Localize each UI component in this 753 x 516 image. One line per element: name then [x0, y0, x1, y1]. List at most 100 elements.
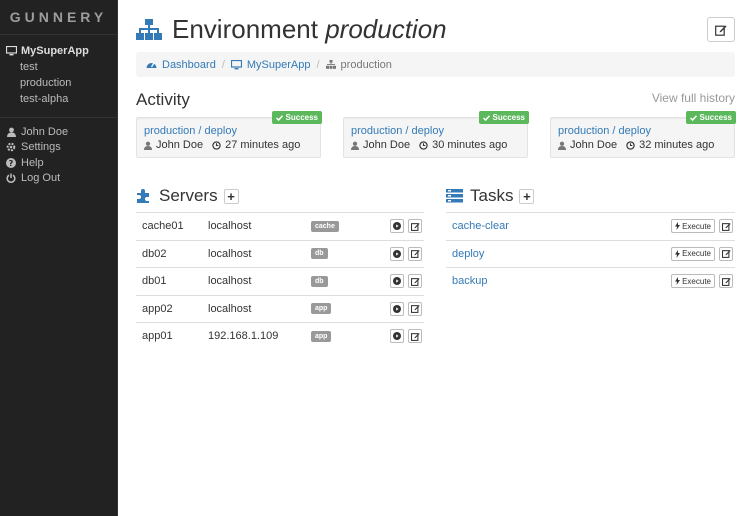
row-actions [386, 329, 422, 344]
table-row: db01 localhost db [136, 267, 424, 295]
server-edit-button[interactable] [408, 246, 422, 261]
add-server-button[interactable]: + [223, 188, 239, 204]
sidebar-app-link[interactable]: MySuperApp [0, 43, 117, 59]
breadcrumb-dashboard[interactable]: Dashboard [146, 59, 216, 71]
edit-icon [721, 222, 731, 231]
brand-logo[interactable]: GUNNERY [0, 0, 117, 35]
activity-heading: Activity [136, 90, 190, 109]
sidebar-item-logout[interactable]: Log Out [0, 171, 117, 187]
activity-link[interactable]: production / deploy [558, 125, 651, 137]
server-terminal-button[interactable] [390, 274, 404, 289]
breadcrumb-app-label: MySuperApp [246, 58, 311, 71]
task-edit-button[interactable] [719, 246, 733, 261]
breadcrumb-current-label: production [340, 58, 392, 71]
edit-icon [410, 222, 420, 231]
sidebar-env-test[interactable]: test [0, 59, 117, 75]
activity-link[interactable]: production / deploy [351, 125, 444, 137]
play-circle-icon [393, 249, 401, 258]
edit-icon [410, 332, 420, 341]
server-terminal-button[interactable] [390, 329, 404, 344]
sidebar-app-label: MySuperApp [21, 45, 89, 57]
breadcrumb-dashboard-label: Dashboard [162, 58, 216, 71]
activity-meta: John Doe 30 minutes ago [351, 139, 507, 151]
user-icon [351, 141, 359, 150]
sidebar-item-settings[interactable]: Settings [0, 140, 117, 156]
check-icon [689, 114, 697, 121]
task-edit-button[interactable] [719, 274, 733, 289]
servers-heading: Servers + [136, 186, 239, 206]
clock-icon [419, 140, 428, 150]
breadcrumb-app[interactable]: MySuperApp [230, 58, 311, 71]
main-content: Environment production Dashboard / MySup… [118, 0, 753, 516]
server-edit-button[interactable] [408, 274, 422, 289]
edit-icon [410, 277, 420, 286]
tasks-heading: Tasks + [446, 186, 535, 206]
bolt-icon [675, 222, 681, 231]
activity-meta: John Doe 32 minutes ago [558, 139, 714, 151]
server-edit-button[interactable] [408, 219, 422, 234]
server-terminal-button[interactable] [390, 219, 404, 234]
user-icon [558, 141, 566, 150]
row-actions: Execute [671, 219, 733, 234]
server-terminal-button[interactable] [390, 246, 404, 261]
sidebar-item-user[interactable]: John Doe [0, 124, 117, 140]
server-edit-button[interactable] [408, 329, 422, 344]
user-icon [144, 141, 152, 150]
execute-label: Execute [682, 221, 711, 231]
status-badge: Success [271, 111, 322, 124]
sidebar-item-help[interactable]: ? Help [0, 155, 117, 171]
server-role-badge: cache [311, 220, 339, 232]
play-circle-icon [393, 277, 401, 286]
sidebar-env-production[interactable]: production [0, 75, 117, 91]
server-edit-button[interactable] [408, 301, 422, 316]
server-terminal-button[interactable] [390, 301, 404, 316]
monitor-icon [6, 46, 17, 56]
execute-task-button[interactable]: Execute [671, 219, 715, 234]
execute-task-button[interactable]: Execute [671, 274, 715, 289]
edit-icon [715, 25, 727, 36]
sidebar-item-label: Help [21, 156, 44, 169]
page-title: Environment production [172, 14, 447, 45]
tasks-title: Tasks [470, 186, 514, 205]
table-row: app02 localhost app [136, 294, 424, 323]
task-link[interactable]: backup [452, 275, 487, 287]
sidebar-env-test-alpha[interactable]: test-alpha [0, 91, 117, 107]
task-edit-button[interactable] [719, 219, 733, 234]
activity-time-label: 32 minutes ago [639, 139, 715, 151]
check-icon [482, 114, 490, 121]
task-link[interactable]: cache-clear [452, 220, 509, 232]
server-role-badge: db [311, 248, 328, 260]
add-task-button[interactable]: + [519, 188, 535, 204]
row-actions [386, 301, 422, 316]
table-row: cache-clear Execute [446, 212, 735, 240]
view-full-history-link[interactable]: View full history [652, 91, 735, 105]
check-icon [275, 114, 283, 121]
server-name: app02 [142, 302, 173, 315]
row-actions [386, 246, 422, 261]
sitemap-icon [136, 18, 162, 40]
server-host: localhost [208, 247, 252, 260]
tasks-list-icon [446, 189, 463, 203]
activity-time: 32 minutes ago [626, 139, 714, 151]
activity-meta: John Doe 27 minutes ago [144, 139, 300, 151]
edit-environment-button[interactable] [707, 17, 735, 42]
servers-table: cache01 localhost cache db02 localhost d… [136, 212, 424, 350]
breadcrumb-separator: / [316, 58, 320, 71]
play-circle-icon [393, 304, 401, 313]
activity-card: Success production / deploy John Doe 30 … [343, 111, 529, 158]
activity-time-label: 27 minutes ago [225, 139, 301, 151]
bolt-icon [675, 249, 681, 258]
activity-user: John Doe [363, 139, 411, 151]
breadcrumb: Dashboard / MySuperApp / production [136, 52, 735, 77]
page-header: Environment production [136, 14, 447, 45]
sidebar-item-label: Log Out [21, 172, 61, 185]
status-label: Success [285, 113, 318, 122]
table-row: db02 localhost db [136, 239, 424, 268]
play-circle-icon [393, 222, 401, 231]
execute-task-button[interactable]: Execute [671, 246, 715, 261]
task-link[interactable]: deploy [452, 248, 484, 260]
app-nav: MySuperApp test production test-alpha [0, 35, 117, 107]
row-actions [386, 274, 422, 289]
activity-link[interactable]: production / deploy [144, 125, 237, 137]
title-environment: production [325, 14, 447, 44]
